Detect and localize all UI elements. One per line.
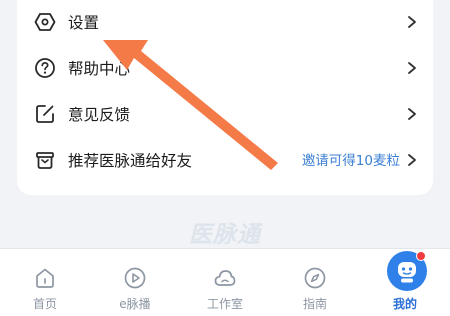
play-icon: [124, 267, 146, 289]
menu-item-help-center[interactable]: 帮助中心: [17, 46, 433, 92]
bottom-tab-bar: 首页 e脉播 工作室 指南 我的: [0, 248, 450, 316]
tab-guide[interactable]: 指南: [270, 249, 360, 316]
brand-watermark: 医脉通: [189, 222, 261, 248]
settings-hexagon-icon: [34, 13, 56, 31]
menu-card: 设置 帮助中心 意见反馈 推荐医脉通给好友 邀请可得10麦粒: [17, 0, 433, 195]
compass-icon: [304, 267, 326, 289]
chevron-right-icon: [408, 16, 416, 28]
chevron-right-icon: [408, 154, 416, 166]
tab-label: 我的: [392, 297, 417, 311]
tab-studio[interactable]: 工作室: [180, 249, 270, 316]
menu-item-label: 帮助中心: [68, 60, 131, 78]
chevron-right-icon: [408, 108, 416, 120]
menu-item-label: 意见反馈: [68, 106, 131, 124]
home-icon: [36, 268, 54, 288]
tab-label: 工作室: [206, 297, 243, 311]
feedback-edit-icon: [36, 105, 54, 123]
help-circle-icon: [35, 58, 55, 78]
menu-item-feedback[interactable]: 意见反馈: [17, 92, 433, 138]
notification-dot: [416, 251, 426, 261]
menu-item-recommend-friend[interactable]: 推荐医脉通给好友 邀请可得10麦粒: [17, 138, 433, 184]
menu-item-settings[interactable]: 设置: [17, 0, 433, 46]
tab-mine[interactable]: 我的: [360, 249, 450, 316]
tab-label: 首页: [32, 297, 57, 311]
menu-item-label: 设置: [68, 14, 100, 32]
tab-e-maibo[interactable]: e脉播: [90, 249, 180, 316]
invite-reward-text[interactable]: 邀请可得10麦粒: [302, 150, 400, 172]
tab-home[interactable]: 首页: [0, 249, 90, 316]
tab-label: 指南: [302, 297, 327, 311]
cloud-icon: [214, 270, 236, 286]
tab-label: e脉播: [119, 297, 151, 311]
gift-icon: [36, 152, 54, 169]
menu-item-label: 推荐医脉通给好友: [68, 152, 193, 170]
chevron-right-icon: [408, 62, 416, 74]
